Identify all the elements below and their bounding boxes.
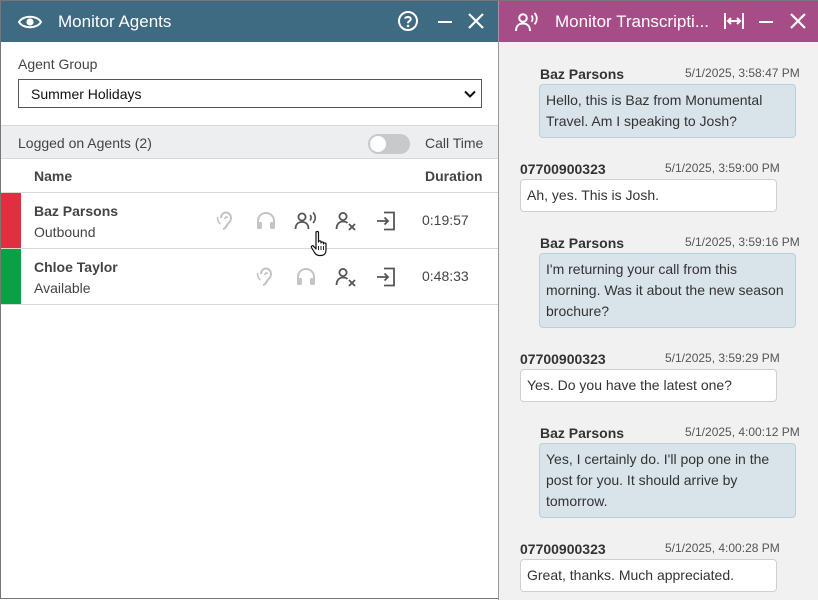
agent-duration: 0:19:57 [422, 212, 469, 228]
agent-duration: 0:48:33 [422, 268, 469, 284]
agent-group-value: Summer Holidays [31, 86, 142, 102]
listen-icon[interactable] [255, 265, 279, 289]
eye-icon [17, 10, 43, 34]
message-speaker: Baz Parsons [540, 425, 625, 441]
panel-title: Monitor Agents [58, 12, 172, 31]
message-timestamp: 5/1/2025, 4:00:12 PM [685, 425, 800, 439]
message-timestamp: 5/1/2025, 4:00:28 PM [665, 541, 780, 555]
message-speaker: 07700900323 [520, 161, 606, 177]
toggle-knob [370, 136, 386, 152]
app-window: Monitor Agents Agent Group Summer Holida… [0, 0, 818, 600]
headset-icon[interactable] [294, 265, 318, 289]
agent-row[interactable]: Chloe Taylor Available 0:48:33 [1, 249, 498, 305]
call-time-label: Call Time [425, 135, 484, 151]
message-speaker: 07700900323 [520, 541, 606, 557]
message-timestamp: 5/1/2025, 3:58:47 PM [685, 66, 800, 80]
agent-group-select[interactable]: Summer Holidays [18, 79, 482, 108]
chevron-down-icon [463, 87, 477, 101]
minimize-button[interactable] [434, 10, 456, 32]
logged-on-agents-label: Logged on Agents (2) [18, 135, 152, 151]
close-button[interactable] [787, 10, 809, 32]
agents-table-header: Name Duration [1, 159, 498, 193]
status-color-bar [1, 193, 21, 248]
transcription-icon [514, 10, 540, 34]
message-bubble: Yes, I certainly do. I'll pop one in the… [539, 443, 796, 518]
message-timestamp: 5/1/2025, 3:59:00 PM [665, 161, 780, 175]
panel-title: Monitor Transcripti... [555, 12, 709, 31]
close-button[interactable] [465, 10, 487, 32]
message-bubble: Yes. Do you have the latest one? [520, 369, 777, 402]
duration-column-header: Duration [425, 168, 483, 184]
message-speaker: 07700900323 [520, 351, 606, 367]
agent-status: Available [34, 280, 91, 296]
agent-group-label: Agent Group [18, 56, 98, 72]
message-bubble: Great, thanks. Much appreciated. [520, 559, 777, 592]
agent-row[interactable]: Baz Parsons Outbound 0:19:57 [1, 193, 498, 249]
log-out-agent-icon[interactable] [374, 209, 398, 233]
hand-cursor-icon [310, 230, 330, 258]
name-column-header: Name [34, 168, 73, 184]
monitor-agents-panel: Monitor Agents Agent Group Summer Holida… [1, 1, 499, 600]
call-time-toggle[interactable] [368, 134, 410, 154]
remove-agent-icon[interactable] [334, 265, 358, 289]
monitor-transcription-panel: Monitor Transcripti... Baz Parsons 5/1/2… [499, 1, 818, 600]
listen-icon[interactable] [215, 209, 239, 233]
log-out-agent-icon[interactable] [374, 265, 398, 289]
agent-name: Baz Parsons [34, 203, 119, 219]
message-speaker: Baz Parsons [540, 66, 625, 82]
agent-name: Chloe Taylor [34, 259, 118, 275]
message-bubble: Hello, this is Baz from Monumental Trave… [539, 84, 796, 138]
message-timestamp: 5/1/2025, 3:59:29 PM [665, 351, 780, 365]
remove-agent-icon[interactable] [334, 209, 358, 233]
headset-icon[interactable] [254, 209, 278, 233]
message-timestamp: 5/1/2025, 3:59:16 PM [685, 235, 800, 249]
message-speaker: Baz Parsons [540, 235, 625, 251]
expand-horizontal-button[interactable] [723, 10, 745, 32]
message-bubble: Ah, yes. This is Josh. [520, 179, 777, 212]
minimize-button[interactable] [755, 10, 777, 32]
monitor-transcription-titlebar: Monitor Transcripti... [499, 1, 818, 42]
agent-status: Outbound [34, 224, 96, 240]
help-button[interactable] [397, 10, 419, 32]
status-color-bar [1, 249, 21, 304]
logged-on-agents-bar: Logged on Agents (2) Call Time [1, 125, 498, 159]
message-bubble: I'm returning your call from this mornin… [539, 253, 796, 328]
monitor-agents-titlebar: Monitor Agents [1, 1, 498, 42]
